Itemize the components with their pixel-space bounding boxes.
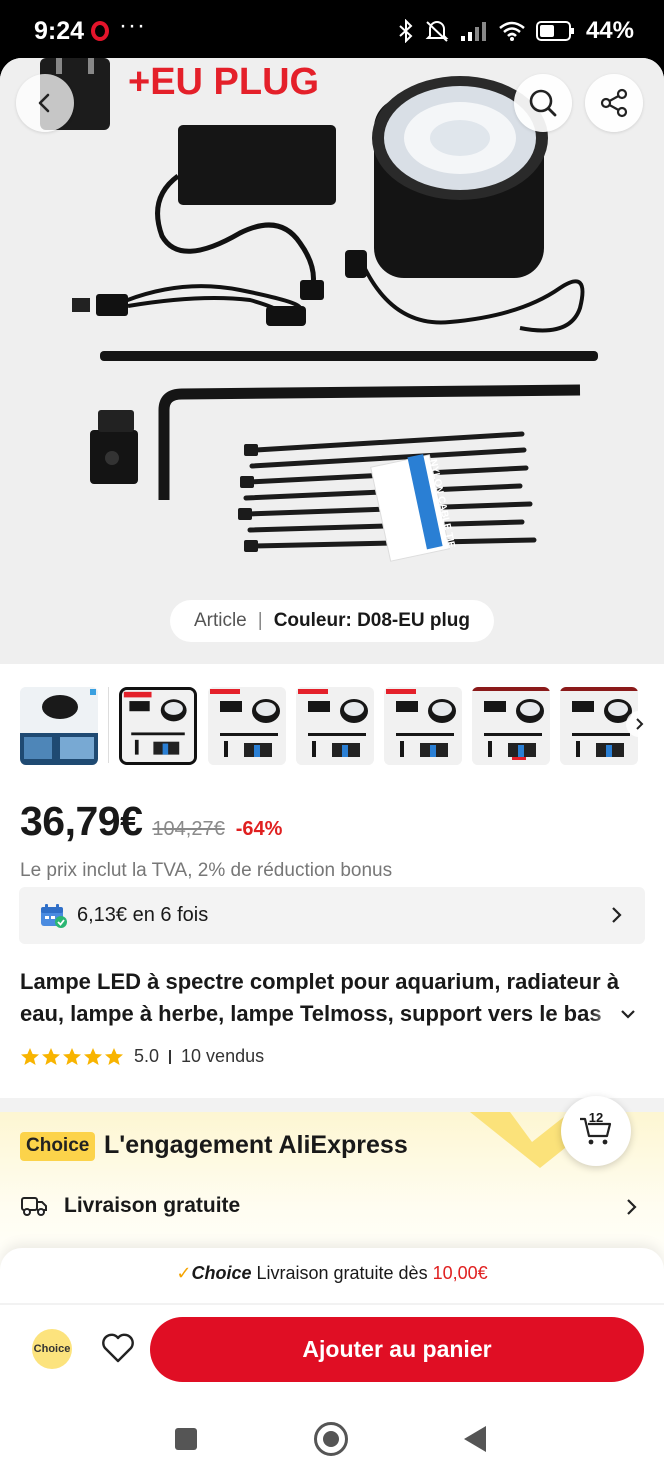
cart-button[interactable]: 12: [561, 1096, 631, 1166]
promo-text: Livraison gratuite dès: [251, 1263, 433, 1283]
chevron-left-icon: [38, 93, 50, 113]
rating-value: 5.0: [134, 1046, 160, 1066]
rating-row[interactable]: 5.0 10 vendus: [20, 1046, 264, 1067]
thumbnail-image: [296, 687, 374, 765]
star-icon: [21, 1047, 39, 1065]
chevron-right-icon: [636, 718, 644, 730]
star-icon: [105, 1047, 123, 1065]
status-time: 9:24: [34, 17, 85, 45]
thumbnail-divider: [108, 687, 109, 763]
choice-promo: ✓Choice Livraison gratuite dès 10,00€: [0, 1263, 664, 1284]
share-button[interactable]: [585, 74, 643, 132]
thumbnail-image: [122, 690, 194, 762]
vat-note: Le prix inclut la TVA, 2% de réduction b…: [20, 860, 393, 881]
more-notifications-icon: ···: [119, 12, 146, 39]
status-bar: 9:24 ··· 44%: [0, 0, 664, 62]
variant-separator: |: [257, 610, 263, 631]
star-icon: [84, 1047, 102, 1065]
back-button[interactable]: [16, 74, 74, 132]
thumbnail-image: [208, 687, 286, 765]
thumbnail-selected[interactable]: [119, 687, 197, 765]
choice-title: L'engagement AliExpress: [104, 1131, 408, 1159]
opera-icon: [91, 21, 109, 41]
star-icon: [63, 1047, 81, 1065]
product-photo: +EU PLUG NYLON CABLE TIE: [0, 58, 664, 664]
wishlist-button[interactable]: [98, 1328, 138, 1368]
mute-icon: [425, 21, 449, 42]
battery-percent: 44%: [585, 17, 634, 44]
chevron-right-icon: [627, 1199, 637, 1215]
free-delivery-text: Livraison gratuite: [64, 1194, 241, 1217]
thumbnail[interactable]: [472, 687, 550, 765]
original-price: 104,27€: [152, 818, 225, 840]
promo-amount: 10,00€: [432, 1263, 488, 1283]
thumbnail-image: [20, 687, 98, 765]
promo-choice-word: Choice: [191, 1263, 252, 1283]
add-to-cart-button[interactable]: Ajouter au panier: [150, 1317, 644, 1382]
delivery-truck-icon: [21, 1197, 47, 1216]
bottom-action-bar: ✓Choice Livraison gratuite dès 10,00€ Ch…: [0, 1248, 664, 1476]
installment-row[interactable]: 6,13€ en 6 fois: [19, 887, 645, 944]
back-nav-icon[interactable]: [464, 1426, 486, 1452]
home-icon[interactable]: [314, 1422, 348, 1456]
plug-label: +EU PLUG: [128, 61, 319, 103]
search-button[interactable]: [514, 74, 572, 132]
chevron-right-icon: [612, 907, 622, 923]
variant-value: Couleur: D08-EU plug: [273, 610, 471, 631]
variant-selector[interactable]: Article | Couleur: D08-EU plug: [170, 600, 494, 642]
product-title[interactable]: Lampe LED à spectre complet pour aquariu…: [20, 966, 626, 1030]
bluetooth-icon: [399, 19, 413, 43]
status-icons: 44%: [398, 16, 634, 46]
discount-badge: -64%: [235, 818, 283, 840]
thumbnail-video[interactable]: [20, 687, 98, 765]
sold-count: 10 vendus: [181, 1046, 265, 1066]
battery-icon: [535, 21, 574, 41]
check-icon: ✓: [176, 1263, 192, 1283]
choice-store-button[interactable]: Choice: [32, 1329, 72, 1369]
installment-text: 6,13€ en 6 fois: [77, 904, 209, 926]
current-price: 36,79€: [20, 798, 143, 844]
star-icon: [42, 1047, 60, 1065]
bottom-divider: [0, 1303, 664, 1305]
system-nav-bar: [0, 1402, 664, 1476]
heart-icon: [102, 1333, 134, 1363]
search-icon: [529, 89, 557, 117]
recent-apps-icon[interactable]: [175, 1428, 197, 1450]
star-rating: [20, 1047, 124, 1067]
thumbnail-strip: [20, 685, 650, 767]
thumbnail[interactable]: [208, 687, 286, 765]
product-image[interactable]: +EU PLUG NYLON CABLE TIE Article | Coule…: [0, 58, 664, 664]
signal-icon: [460, 22, 486, 41]
thumbnail-image: [472, 687, 550, 765]
thumbnail-image: [384, 687, 462, 765]
thumbnail[interactable]: [384, 687, 462, 765]
product-page: +EU PLUG NYLON CABLE TIE Article | Coule…: [0, 58, 664, 1476]
variant-prefix: Article: [193, 610, 247, 631]
wifi-icon: [499, 21, 525, 41]
expand-title-icon[interactable]: [620, 1008, 636, 1020]
price-row: 36,79€ 104,27€ -64%: [20, 798, 282, 845]
free-delivery-row[interactable]: Livraison gratuite: [20, 1194, 644, 1218]
cart-count: 12: [588, 1110, 604, 1125]
rating-divider: [169, 1049, 172, 1064]
thumbnail[interactable]: [296, 687, 374, 765]
calendar-icon: [41, 903, 67, 928]
share-icon: [600, 88, 628, 118]
choice-badge: Choice: [20, 1132, 96, 1161]
thumbnail-next-button[interactable]: [626, 711, 650, 737]
